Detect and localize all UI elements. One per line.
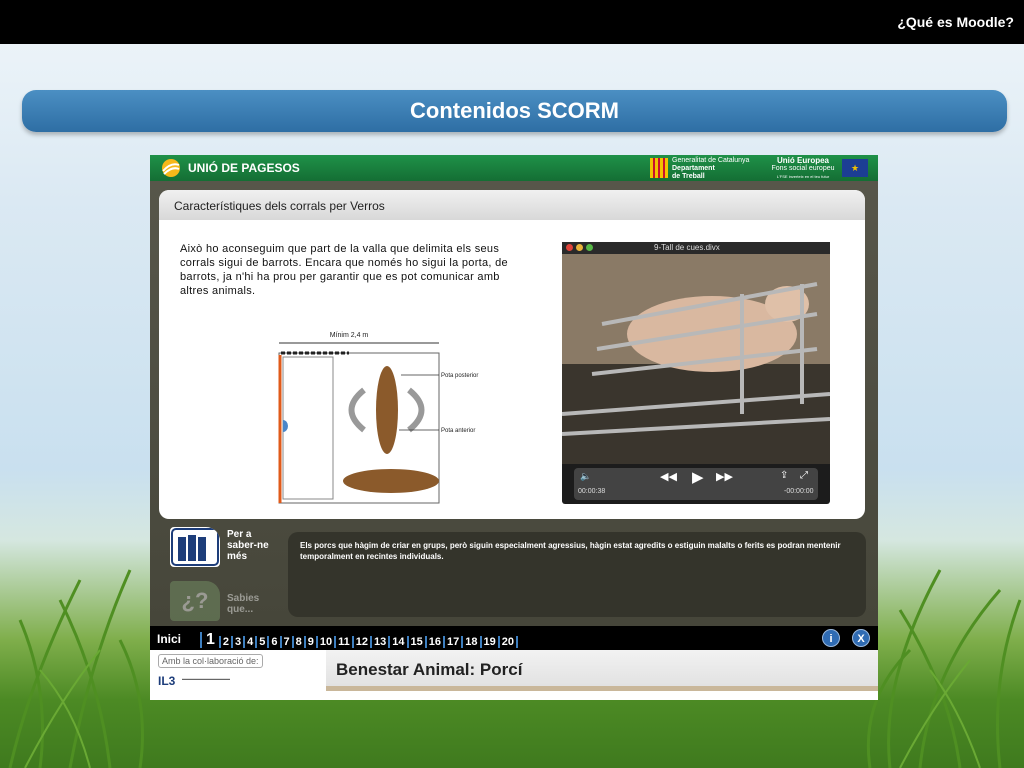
did-you-know-label: Sabies que... — [227, 593, 260, 615]
turn-arrow-left-icon — [348, 387, 366, 433]
generalitat-text: Generalitat de Catalunya Departament de … — [672, 157, 750, 180]
video-remaining: -00:00:00 — [784, 488, 814, 495]
volume-icon[interactable]: 🔈 — [580, 471, 591, 482]
nav-page-current[interactable]: 1 — [200, 632, 219, 648]
app-body: Característiques dels corrals per Verros… — [150, 181, 878, 626]
share-icon[interactable]: ⇪ — [780, 470, 788, 481]
il3-logo: IL3 — [158, 674, 176, 688]
nav-page-link[interactable]: 4 — [243, 636, 255, 648]
nav-page-link[interactable]: 7 — [279, 636, 292, 648]
video-elapsed: 00:00:38 — [578, 488, 606, 495]
nav-page-link[interactable]: 17 — [443, 636, 461, 648]
nav-page-link[interactable]: 8 — [291, 636, 304, 648]
card-text: Això ho aconseguim que part de la valla … — [180, 243, 508, 297]
brand-name: UNIÓ DE PAGESOS — [188, 161, 300, 175]
card-title: Característiques dels corrals per Verros — [174, 199, 385, 213]
width-label: Mínim 2,4 m — [330, 332, 369, 339]
close-button[interactable]: X — [852, 629, 870, 647]
il3-logo-detail: ▬▬▬▬▬▬▬▬▬▬▬▬ — [182, 676, 230, 681]
nav-page-link[interactable]: 18 — [461, 636, 479, 648]
video-title: 9-Tall de cues.divx — [654, 243, 720, 252]
nav-page-link[interactable]: 2 — [218, 636, 231, 648]
nav-page-link[interactable]: 11 — [334, 636, 352, 648]
app-footer: Amb la col·laboració de: IL3 ▬▬▬▬▬▬▬▬▬▬▬… — [150, 650, 878, 700]
learn-more-button[interactable]: Per a saber-ne més — [170, 527, 280, 572]
boar-standing — [376, 366, 398, 454]
footer-accent-bar — [326, 686, 878, 691]
nav-page-link[interactable]: 16 — [424, 636, 443, 648]
collab-label: Amb la col·laboració de: — [158, 654, 263, 668]
content-card: Característiques dels corrals per Verros… — [159, 190, 865, 519]
nav-page-link[interactable]: 6 — [267, 636, 279, 648]
video-player[interactable]: 9-Tall de cues.divx 🔈 ◀◀ ▶ ▶▶ ⇪ ⤢ 00:00:… — [562, 242, 830, 504]
question-icon: ¿? — [170, 581, 220, 621]
front-leg-label: Pota anterior — [441, 428, 475, 434]
learn-more-label: Per a saber-ne més — [227, 529, 269, 562]
fullscreen-icon[interactable]: ⤢ — [800, 470, 808, 481]
video-controls: 🔈 ◀◀ ▶ ▶▶ ⇪ ⤢ 00:00:38 -00:00:00 — [574, 468, 818, 500]
fast-forward-button[interactable]: ▶▶ — [716, 470, 733, 483]
video-frame[interactable] — [562, 254, 830, 464]
pen-diagram: Mínim 2,4 m Pota posterior Pota anterior — [278, 332, 478, 504]
nav-page-link[interactable]: 14 — [388, 636, 406, 648]
nav-page-link[interactable]: 19 — [479, 636, 498, 648]
boar-lying — [343, 469, 439, 493]
did-you-know-button[interactable]: ¿? Sabies que... — [170, 581, 280, 626]
window-close-icon[interactable] — [566, 244, 573, 251]
rewind-button[interactable]: ◀◀ — [660, 470, 677, 483]
video-titlebar: 9-Tall de cues.divx — [562, 242, 830, 254]
brand-logo-icon — [162, 159, 180, 177]
window-minimize-icon[interactable] — [576, 244, 583, 251]
generalitat-logo-icon — [650, 158, 668, 178]
nav-page-link[interactable]: 13 — [370, 636, 388, 648]
slatted-floor — [282, 356, 334, 500]
info-text: Els porcs que hàgim de criar en grups, p… — [300, 541, 841, 561]
nav-pages: 1 2 3 4 5 6 7 8 9 10 11 12 13 14 15 16 1… — [200, 630, 519, 648]
nav-page-link[interactable]: 10 — [315, 636, 334, 648]
nav-page-link[interactable]: 9 — [303, 636, 316, 648]
info-box: Els porcs que hàgim de criar en grups, p… — [288, 532, 866, 617]
card-title-bar: Característiques dels corrals per Verros — [159, 190, 865, 220]
slide-header: ¿Qué es Moodle? — [897, 14, 1014, 30]
slide-banner: Contenidos SCORM — [22, 90, 1007, 132]
nav-page-link[interactable]: 15 — [406, 636, 425, 648]
nav-page-link[interactable]: 12 — [351, 636, 370, 648]
play-button[interactable]: ▶ — [692, 468, 704, 486]
nav-start-link[interactable]: Inici — [157, 632, 181, 646]
eu-flag-icon: ★ — [842, 159, 868, 177]
window-zoom-icon[interactable] — [586, 244, 593, 251]
course-title: Benestar Animal: Porcí — [336, 660, 523, 679]
nav-page-link[interactable]: 20 — [497, 636, 519, 648]
app-header: UNIÓ DE PAGESOS Generalitat de Catalunya… — [150, 155, 878, 181]
nav-page-link[interactable]: 5 — [255, 636, 267, 648]
nav-page-link[interactable]: 3 — [231, 636, 243, 648]
page-navigation: Inici 1 2 3 4 5 6 7 8 9 10 11 12 13 14 1… — [150, 626, 878, 650]
books-icon — [170, 527, 220, 567]
turn-arrow-right-icon — [407, 387, 425, 433]
help-button[interactable]: i — [822, 629, 840, 647]
eu-text: Unió Europea Fons social europeu L'FSE i… — [771, 156, 835, 180]
rear-leg-label: Pota posterior — [441, 373, 478, 379]
top-bar: ¿Qué es Moodle? — [0, 0, 1024, 44]
scorm-player: UNIÓ DE PAGESOS Generalitat de Catalunya… — [150, 155, 878, 700]
